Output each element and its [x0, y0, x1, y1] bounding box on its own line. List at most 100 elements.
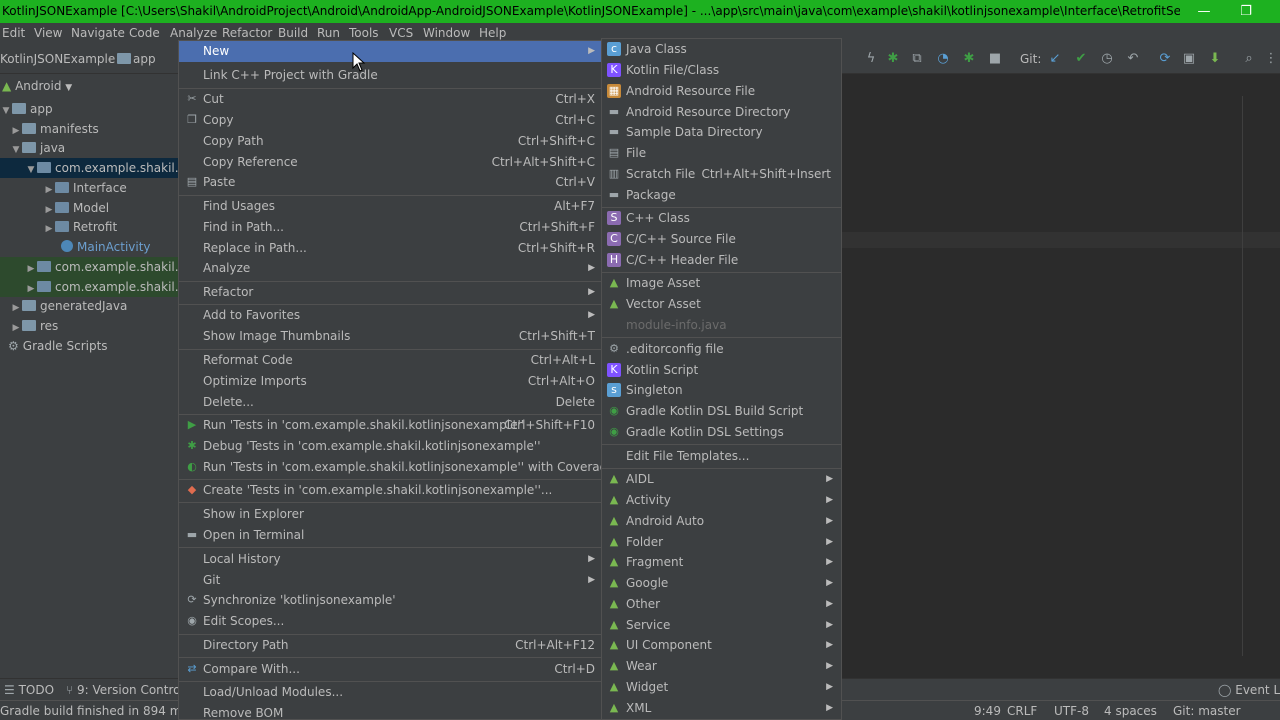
menu-item-analyze[interactable]: Analyze ▶ — [179, 258, 601, 279]
sync-gradle-icon[interactable]: ⟳ — [1156, 50, 1174, 68]
new-android-auto[interactable]: ▲ Android Auto ▶ — [602, 511, 841, 532]
menu-item-remove-bom[interactable]: Remove BOM — [179, 703, 601, 720]
restore-button[interactable]: ❐ — [1226, 0, 1266, 23]
new-image-asset[interactable]: ▲ Image Asset — [602, 273, 841, 294]
menu-item-image-thumbnails[interactable]: Show Image Thumbnails Ctrl+Shift+T — [179, 326, 601, 347]
project-view-selector[interactable]: ▲ Android ▼ — [0, 74, 180, 98]
todo-tab[interactable]: ☰ TODO — [4, 679, 54, 701]
tree-item-package-test[interactable]: ▶ com.example.shakil.kc — [0, 277, 180, 297]
new-fragment[interactable]: ▲ Fragment ▶ — [602, 552, 841, 573]
collapse-icon[interactable]: ▼ — [0, 101, 12, 119]
run-coverage-icon[interactable]: ✱ — [960, 50, 978, 68]
new-gradle-kotlin-build-script[interactable]: ◉ Gradle Kotlin DSL Build Script — [602, 401, 841, 422]
menu-item-run-coverage[interactable]: ◐ Run 'Tests in 'com.example.shakil.kotli… — [179, 457, 614, 478]
menu-code[interactable]: Code — [129, 23, 160, 44]
menu-item-add-to-favorites[interactable]: Add to Favorites ▶ — [179, 305, 601, 326]
menu-item-create-tests[interactable]: ◆ Create 'Tests in 'com.example.shakil.ko… — [179, 480, 601, 501]
menu-item-link-cpp[interactable]: Link C++ Project with Gradle — [179, 65, 601, 86]
new-vector-asset[interactable]: ▲ Vector Asset — [602, 294, 841, 315]
avd-manager-icon[interactable]: ▣ — [1180, 50, 1198, 68]
menu-item-copy[interactable]: ❐ Copy Ctrl+C — [179, 110, 601, 131]
new-android-resource-directory[interactable]: ▬ Android Resource Directory — [602, 102, 841, 123]
debug-bug-icon[interactable]: ✱ — [884, 50, 902, 68]
history-icon[interactable]: ◷ — [1098, 50, 1116, 68]
menu-item-reformat-code[interactable]: Reformat Code Ctrl+Alt+L — [179, 350, 601, 371]
indent-setting[interactable]: 4 spaces — [1104, 701, 1157, 720]
new-edit-file-templates[interactable]: Edit File Templates... — [602, 446, 841, 467]
expand-icon[interactable]: ▶ — [10, 121, 22, 139]
new-wear[interactable]: ▲ Wear ▶ — [602, 656, 841, 677]
new-activity[interactable]: ▲ Activity ▶ — [602, 490, 841, 511]
menu-item-compare-with[interactable]: ⇄ Compare With... Ctrl+D — [179, 659, 601, 680]
caret-position[interactable]: 9:49 — [974, 701, 1001, 720]
new-kotlin-script[interactable]: K Kotlin Script — [602, 360, 841, 381]
new-widget[interactable]: ▲ Widget ▶ — [602, 677, 841, 698]
menu-item-find-usages[interactable]: Find Usages Alt+F7 — [179, 196, 601, 217]
menu-item-cut[interactable]: ✂ Cut Ctrl+X — [179, 89, 601, 110]
menu-item-open-in-terminal[interactable]: ▬ Open in Terminal — [179, 525, 601, 546]
expand-icon[interactable]: ▶ — [25, 259, 37, 277]
menu-item-find-in-path[interactable]: Find in Path... Ctrl+Shift+F — [179, 217, 601, 238]
attach-debugger-icon[interactable]: ⧉ — [908, 50, 926, 68]
new-folder[interactable]: ▲ Folder ▶ — [602, 532, 841, 553]
breadcrumb-project[interactable]: KotlinJSONExample — [0, 44, 115, 74]
menu-item-replace-in-path[interactable]: Replace in Path... Ctrl+Shift+R — [179, 238, 601, 259]
menu-item-debug-tests[interactable]: ✱ Debug 'Tests in 'com.example.shakil.kot… — [179, 436, 601, 457]
menu-item-run-tests[interactable]: ▶ Run 'Tests in 'com.example.shakil.kotli… — [179, 415, 601, 436]
expand-icon[interactable]: ▶ — [25, 279, 37, 297]
new-sample-data-directory[interactable]: ▬ Sample Data Directory — [602, 122, 841, 143]
tree-item-manifests[interactable]: ▶ manifests — [0, 119, 180, 139]
tree-item-res[interactable]: ▶ res — [0, 316, 180, 336]
collapse-icon[interactable]: ▼ — [10, 140, 22, 158]
menu-item-show-in-explorer[interactable]: Show in Explorer — [179, 504, 601, 525]
search-icon[interactable]: ⌕ — [1240, 50, 1258, 68]
new-xml[interactable]: ▲ XML ▶ — [602, 698, 841, 719]
version-control-tab[interactable]: ⑂ 9: Version Control — [66, 679, 184, 701]
new-cpp-class[interactable]: S C++ Class — [602, 208, 841, 229]
menu-item-directory-path[interactable]: Directory Path Ctrl+Alt+F12 — [179, 635, 601, 656]
file-encoding[interactable]: UTF-8 — [1054, 701, 1089, 720]
collapse-icon[interactable]: ▼ — [25, 160, 37, 178]
tree-item-retrofit[interactable]: ▶ Retrofit — [0, 217, 180, 237]
revert-icon[interactable]: ↶ — [1124, 50, 1142, 68]
menu-item-new[interactable]: New ▶ — [179, 41, 601, 62]
git-branch[interactable]: Git: master — [1173, 701, 1241, 720]
minimize-button[interactable]: — — [1184, 0, 1224, 23]
tree-item-java[interactable]: ▼ java — [0, 138, 180, 158]
tree-item-package-android-test[interactable]: ▶ com.example.shakil.kc — [0, 257, 180, 277]
menu-item-copy-reference[interactable]: Copy Reference Ctrl+Alt+Shift+C — [179, 152, 601, 173]
stop-icon[interactable]: ■ — [986, 50, 1004, 68]
event-log-tab[interactable]: ◯ Event Lo — [1218, 679, 1280, 701]
menu-item-copy-path[interactable]: Copy Path Ctrl+Shift+C — [179, 131, 601, 152]
new-kotlin-file[interactable]: K Kotlin File/Class — [602, 60, 841, 81]
new-google[interactable]: ▲ Google ▶ — [602, 573, 841, 594]
expand-icon[interactable]: ▶ — [43, 180, 55, 198]
tree-item-app[interactable]: ▼ app — [0, 99, 180, 119]
menu-item-git[interactable]: Git ▶ — [179, 570, 601, 591]
tree-item-interface[interactable]: ▶ Interface — [0, 178, 180, 198]
git-commit-icon[interactable]: ✔ — [1072, 50, 1090, 68]
new-file[interactable]: ▤ File — [602, 143, 841, 164]
new-android-resource-file[interactable]: ▦ Android Resource File — [602, 81, 841, 102]
profile-icon[interactable]: ◔ — [934, 50, 952, 68]
expand-icon[interactable]: ▶ — [43, 200, 55, 218]
menu-navigate[interactable]: Navigate — [71, 23, 125, 44]
menu-item-paste[interactable]: ▤ Paste Ctrl+V — [179, 172, 601, 193]
menu-edit[interactable]: Edit — [2, 23, 25, 44]
apply-changes-icon[interactable]: ϟ — [862, 50, 880, 68]
new-editorconfig-file[interactable]: ⚙ .editorconfig file — [602, 339, 841, 360]
tree-item-model[interactable]: ▶ Model — [0, 198, 180, 218]
new-gradle-kotlin-settings[interactable]: ◉ Gradle Kotlin DSL Settings — [602, 422, 841, 443]
menu-item-edit-scopes[interactable]: ◉ Edit Scopes... — [179, 611, 601, 632]
tree-item-mainactivity[interactable]: MainActivity — [0, 237, 180, 257]
breadcrumb-module[interactable]: app — [133, 44, 156, 74]
menu-item-load-unload-modules[interactable]: Load/Unload Modules... — [179, 682, 601, 703]
menu-item-delete[interactable]: Delete... Delete — [179, 392, 601, 413]
sdk-manager-icon[interactable]: ⬇ — [1206, 50, 1224, 68]
new-java-class[interactable]: c Java Class — [602, 39, 841, 60]
new-singleton[interactable]: s Singleton — [602, 380, 841, 401]
menu-item-synchronize[interactable]: ⟳ Synchronize 'kotlinjsonexample' — [179, 590, 601, 611]
menu-view[interactable]: View — [34, 23, 62, 44]
new-cpp-header-file[interactable]: H C/C++ Header File — [602, 250, 841, 271]
new-scratch-file[interactable]: ▥ Scratch File Ctrl+Alt+Shift+Insert — [602, 164, 841, 185]
